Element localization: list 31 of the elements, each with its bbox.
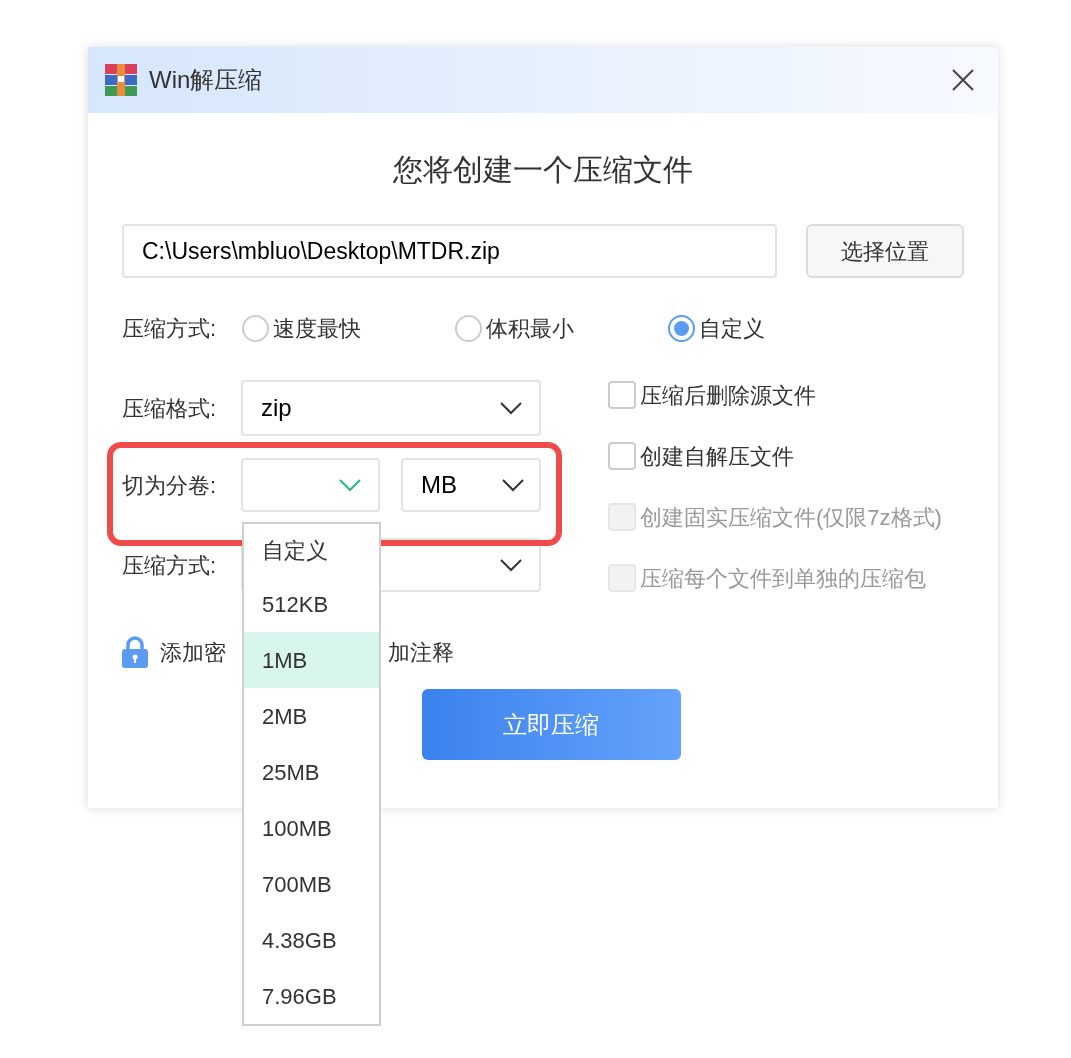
dialog-heading: 您将创建一个压缩文件 [392,152,694,188]
choose-location-button[interactable]: 选择位置 [806,224,964,278]
chevron-icon [499,401,523,415]
radio-button[interactable] [242,314,269,342]
window-title: Win解压缩 [149,65,263,95]
radio-button[interactable] [668,314,695,342]
checkbox-option[interactable]: 压缩后删除源文件 [608,381,942,409]
close-icon [951,68,975,92]
radio-option[interactable]: 自定义 [668,311,881,345]
chevron-icon [501,478,525,492]
field-label: 压缩格式: [122,394,218,423]
unit-select[interactable]: MB [401,458,541,512]
checkbox[interactable] [608,381,636,409]
radio-option[interactable]: 体积最小 [455,311,668,345]
field-label: 切为分卷: [122,471,218,500]
archive-icon [105,64,137,96]
radio-button[interactable] [455,314,482,342]
path-field[interactable]: C:\Users\mbluo\Desktop\MTDR.zip [122,224,777,278]
format-select[interactable]: zip [241,380,541,436]
field-label: 压缩方式: [122,314,218,343]
lock-icon [122,636,148,668]
chevron-icon [338,478,362,492]
add-password-link[interactable]: 添加密 [160,635,226,669]
dropdown-option[interactable]: 1MB [244,632,379,688]
field-label: 压缩方式: [122,551,218,580]
checkbox-option[interactable]: 创建自解压文件 [608,442,942,470]
radio-option[interactable]: 速度最快 [242,311,455,345]
add-comment-link[interactable]: 加注释 [388,635,454,669]
checkbox[interactable] [608,442,636,470]
chevron-icon [499,558,523,572]
split-size-select[interactable] [241,458,380,512]
